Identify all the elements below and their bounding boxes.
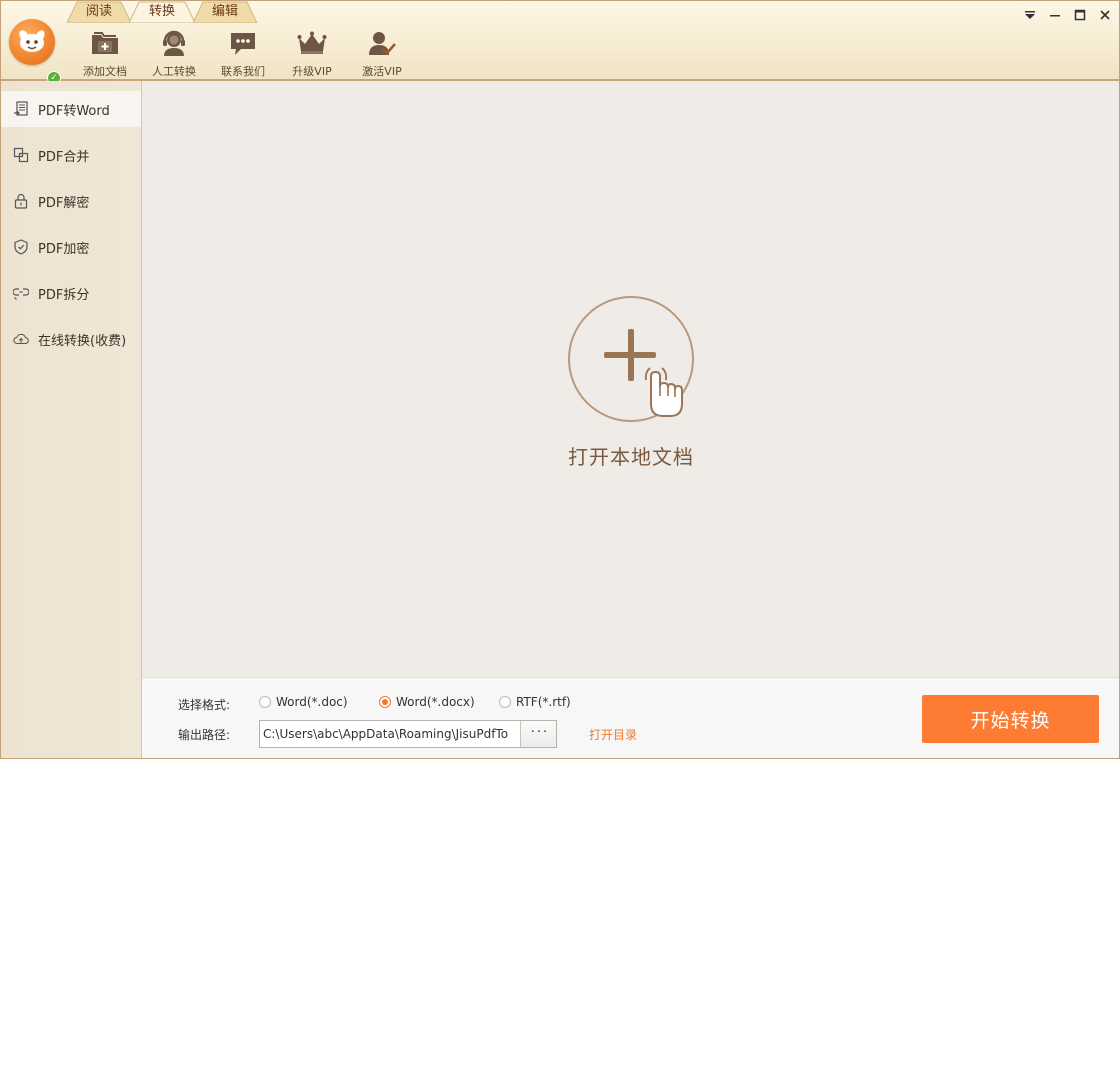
sidebar-item-pdf-to-word[interactable]: PDF转Word — [1, 91, 141, 127]
app-window: ✓ 阅读 转换 编辑 添加文档 人工转换 联系我们 升级VIP 激活VIP PD… — [0, 0, 1120, 759]
pdf-to-word-icon — [14, 101, 28, 116]
manual-convert-button[interactable]: 人工转换 — [143, 27, 205, 79]
crown-icon — [297, 31, 327, 54]
sidebar-item-pdf-decrypt[interactable]: PDF解密 — [1, 183, 141, 219]
tab-convert-label: 转换 — [148, 4, 175, 19]
drop-area[interactable]: 打开本地文档 — [142, 81, 1119, 677]
close-button[interactable] — [1097, 7, 1113, 23]
activate-vip-label: 激活VIP — [362, 65, 402, 78]
format-option-label: RTF(*.rtf) — [516, 695, 571, 709]
radio-button-selected[interactable] — [379, 696, 391, 708]
start-convert-button[interactable]: 开始转换 — [922, 695, 1099, 743]
upgrade-vip-button[interactable]: 升级VIP — [281, 27, 343, 79]
sidebar-item-pdf-merge[interactable]: PDF合并 — [1, 137, 141, 173]
output-path-label: 输出路径: — [178, 728, 231, 742]
output-path-field[interactable]: ··· — [259, 720, 557, 748]
format-option-label: Word(*.docx) — [396, 695, 475, 709]
customer-service-icon — [163, 30, 185, 56]
add-document-label: 添加文档 — [83, 65, 127, 78]
tab-edit[interactable]: 编辑 — [193, 1, 257, 23]
close-icon — [1100, 10, 1110, 20]
chat-bubble-icon — [231, 33, 255, 55]
sidebar-item-label: PDF拆分 — [38, 287, 90, 303]
skin-menu-button[interactable] — [1022, 7, 1038, 23]
sidebar-item-label: 在线转换(收费) — [38, 333, 127, 349]
sidebar-item-label: PDF合并 — [38, 149, 90, 165]
open-local-document-label[interactable]: 打开本地文档 — [502, 441, 760, 470]
tab-edit-label: 编辑 — [211, 4, 238, 19]
tab-read-label: 阅读 — [85, 4, 112, 19]
tab-read[interactable]: 阅读 — [67, 1, 131, 23]
output-settings-panel: 选择格式: Word(*.doc) Word(*.docx) RTF(*.rtf… — [142, 677, 1119, 758]
dropdown-menu-icon — [1025, 11, 1035, 19]
merge-icon — [13, 147, 29, 163]
plus-icon — [604, 329, 656, 381]
format-radio-rtf[interactable]: RTF(*.rtf) — [499, 695, 571, 709]
format-radio-doc[interactable]: Word(*.doc) — [259, 695, 348, 709]
open-directory-link[interactable]: 打开目录 — [589, 726, 637, 743]
app-logo: ✓ — [9, 19, 61, 85]
contact-us-button[interactable]: 联系我们 — [212, 27, 274, 79]
sidebar-item-pdf-encrypt[interactable]: PDF加密 — [1, 229, 141, 265]
user-check-icon — [369, 32, 396, 55]
sidebar-item-label: PDF加密 — [38, 241, 90, 257]
cloud-upload-icon — [13, 333, 29, 344]
radio-button[interactable] — [499, 696, 511, 708]
maximize-button[interactable] — [1072, 7, 1088, 23]
radio-button[interactable] — [259, 696, 271, 708]
browse-button[interactable]: ··· — [520, 721, 556, 747]
split-icon — [13, 288, 29, 300]
add-document-button[interactable]: 添加文档 — [74, 27, 136, 79]
sidebar-item-label: PDF转Word — [38, 103, 110, 119]
format-radio-docx[interactable]: Word(*.docx) — [379, 695, 475, 709]
upgrade-vip-label: 升级VIP — [292, 65, 332, 78]
contact-us-label: 联系我们 — [221, 65, 265, 78]
sidebar-item-label: PDF解密 — [38, 195, 90, 211]
header-toolbar: ✓ 阅读 转换 编辑 添加文档 人工转换 联系我们 升级VIP 激活VIP — [1, 1, 1119, 85]
tab-convert[interactable]: 转换 — [129, 1, 195, 23]
manual-convert-label: 人工转换 — [152, 65, 196, 78]
folder-add-icon — [92, 32, 118, 54]
sidebar-item-online-convert[interactable]: 在线转换(收费) — [1, 321, 141, 357]
output-path-input[interactable] — [260, 721, 521, 747]
shield-icon — [14, 239, 28, 255]
hand-pointer-icon — [644, 367, 683, 417]
app-mascot-icon — [19, 30, 45, 52]
unlock-icon — [14, 193, 28, 209]
format-label: 选择格式: — [178, 698, 231, 712]
activate-vip-button[interactable]: 激活VIP — [351, 27, 413, 79]
minimize-button[interactable] — [1047, 7, 1063, 23]
minimize-icon — [1050, 15, 1060, 17]
maximize-icon — [1074, 9, 1086, 21]
sidebar-item-pdf-split[interactable]: PDF拆分 — [1, 275, 141, 311]
sidebar: PDF转Word PDF合并 PDF解密 PDF加密 PDF拆分 在线转换(收费… — [1, 81, 142, 758]
open-local-document-button[interactable] — [566, 294, 696, 424]
format-option-label: Word(*.doc) — [276, 695, 348, 709]
